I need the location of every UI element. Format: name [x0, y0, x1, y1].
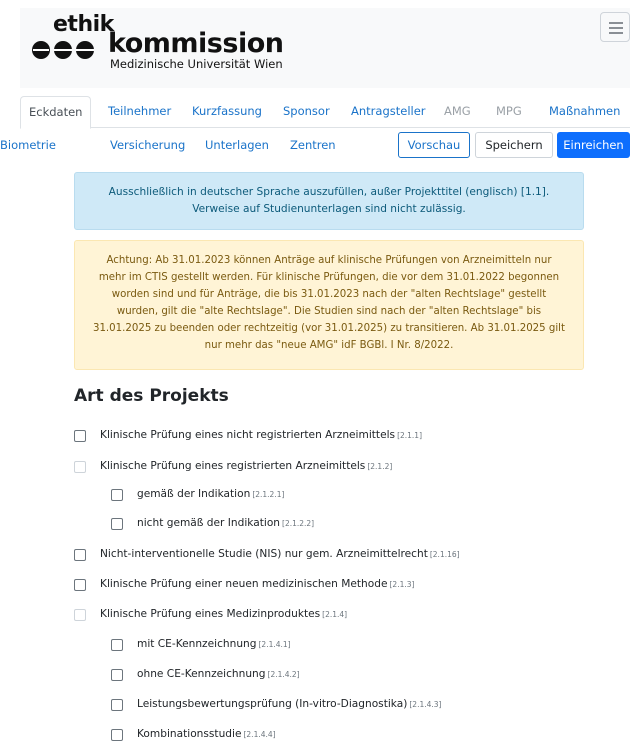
option-ref: [2.1.1] — [397, 431, 422, 440]
checkbox[interactable] — [111, 669, 123, 681]
option-ref: [2.1.2.1] — [252, 490, 285, 499]
option-label: Kombinationsstudie [2.1.4.4] — [137, 728, 276, 740]
option-label: mit CE-Kennzeichnung [2.1.4.1] — [137, 638, 291, 650]
logo-dots-icon — [32, 41, 94, 59]
logo-text-ethik: ethik — [53, 12, 114, 37]
tab-massnahmen[interactable]: Maßnahmen — [549, 104, 620, 118]
tab-antragsteller[interactable]: Antragsteller — [351, 104, 426, 118]
preview-button[interactable]: Vorschau — [398, 132, 470, 158]
warning-alert-line: 31.01.2025 zu beenden oder rechtzeitig (… — [92, 323, 566, 334]
checkbox[interactable] — [111, 699, 123, 711]
option-label: Klinische Prüfung einer neuen medizinisc… — [100, 578, 414, 590]
option-ref: [2.1.4.2] — [267, 670, 300, 679]
tab-kurzfassung[interactable]: Kurzfassung — [192, 104, 262, 118]
hamburger-icon-line — [609, 32, 623, 34]
option-ref: [2.1.4.4] — [243, 730, 276, 739]
hamburger-menu-button[interactable] — [600, 12, 630, 42]
tab-zentren[interactable]: Zentren — [290, 138, 336, 152]
option-text: nicht gemäß der Indikation — [137, 517, 281, 529]
tab-sponsor[interactable]: Sponsor — [283, 104, 330, 118]
tab-bar: Eckdaten Teilnehmer Kurzfassung Sponsor … — [20, 96, 630, 129]
section-title: Art des Projekts — [74, 386, 229, 406]
info-alert: Ausschließlich in deutscher Sprache ausz… — [74, 172, 584, 230]
option-ref: [2.1.4.3] — [409, 700, 442, 709]
option-text: mit CE-Kennzeichnung — [137, 638, 257, 650]
checkbox — [74, 609, 86, 621]
tab-eckdaten[interactable]: Eckdaten — [20, 96, 92, 129]
save-button[interactable]: Speichern — [475, 132, 553, 158]
checkbox[interactable] — [74, 579, 86, 591]
option-label: Klinische Prüfung eines registrierten Ar… — [100, 460, 392, 472]
warning-alert-line: nur mehr das "neue AMG" idF BGBl. I Nr. … — [204, 340, 454, 351]
info-alert-line1: Ausschließlich in deutscher Sprache ausz… — [108, 186, 550, 198]
option-label: Leistungsbewertungsprüfung (In-vitro-Dia… — [137, 698, 441, 710]
option-label: gemäß der Indikation [2.1.2.1] — [137, 488, 284, 500]
option-ref: [2.1.2.2] — [282, 519, 315, 528]
site-header: ethik kommission Medizinische Universitä… — [20, 8, 630, 88]
tab-biometrie[interactable]: Biometrie — [0, 138, 56, 152]
option-text: Klinische Prüfung eines Medizinproduktes — [100, 608, 321, 620]
checkbox[interactable] — [111, 639, 123, 651]
hamburger-icon-line — [609, 27, 623, 29]
checkbox — [74, 461, 86, 473]
tab-teilnehmer[interactable]: Teilnehmer — [108, 104, 171, 118]
option-text: ohne CE-Kennzeichnung — [137, 668, 266, 680]
option-text: gemäß der Indikation — [137, 488, 251, 500]
checkbox[interactable] — [74, 430, 86, 442]
warning-alert-line: mehr im CTIS gestellt werden. Für klinis… — [98, 272, 560, 283]
hamburger-icon — [609, 22, 623, 24]
option-text: Leistungsbewertungsprüfung (In-vitro-Dia… — [137, 698, 408, 710]
option-label: Klinische Prüfung eines Medizinproduktes… — [100, 608, 347, 620]
checkbox[interactable] — [74, 549, 86, 561]
option-ref: [2.1.4.1] — [258, 640, 291, 649]
tab-bar-row2: Biometrie Versicherung Unterlagen Zentre… — [0, 128, 630, 160]
warning-alert-line: wurden, gilt die "alte Rechtslage". Die … — [116, 306, 542, 317]
logo-subtitle: Medizinische Universität Wien — [110, 57, 283, 71]
option-text: Kombinationsstudie — [137, 728, 242, 740]
submit-button[interactable]: Einreichen — [557, 132, 630, 158]
option-ref: [2.1.2] — [367, 462, 393, 471]
option-label: Klinische Prüfung eines nicht registrier… — [100, 429, 422, 441]
tab-unterlagen[interactable]: Unterlagen — [205, 138, 269, 152]
option-text: Klinische Prüfung eines nicht registrier… — [100, 429, 396, 441]
option-ref: [2.1.16] — [429, 550, 460, 559]
info-alert-line2: Verweise auf Studienunterlagen sind nich… — [192, 203, 466, 215]
tab-versicherung[interactable]: Versicherung — [110, 138, 185, 152]
warning-alert-line: Achtung: Ab 31.01.2023 können Anträge au… — [106, 255, 552, 266]
option-label: Nicht-interventionelle Studie (NIS) nur … — [100, 548, 460, 560]
warning-alert: Achtung: Ab 31.01.2023 können Anträge au… — [74, 240, 584, 370]
logo-text-kommission: kommission — [108, 28, 284, 59]
tab-mpg[interactable]: MPG — [496, 104, 522, 118]
option-text: Klinische Prüfung einer neuen medizinisc… — [100, 578, 388, 590]
option-label: ohne CE-Kennzeichnung [2.1.4.2] — [137, 668, 300, 680]
tab-amg[interactable]: AMG — [444, 104, 471, 118]
warning-alert-line: worden sind und für Anträge, die bis 31.… — [111, 289, 547, 300]
option-ref: [2.1.4] — [322, 610, 348, 619]
checkbox[interactable] — [111, 489, 123, 501]
option-label: nicht gemäß der Indikation [2.1.2.2] — [137, 517, 314, 529]
checkbox[interactable] — [111, 518, 123, 530]
option-text: Klinische Prüfung eines registrierten Ar… — [100, 460, 366, 472]
checkbox[interactable] — [111, 729, 123, 741]
option-text: Nicht-interventionelle Studie (NIS) nur … — [100, 548, 428, 560]
option-ref: [2.1.3] — [389, 580, 415, 589]
